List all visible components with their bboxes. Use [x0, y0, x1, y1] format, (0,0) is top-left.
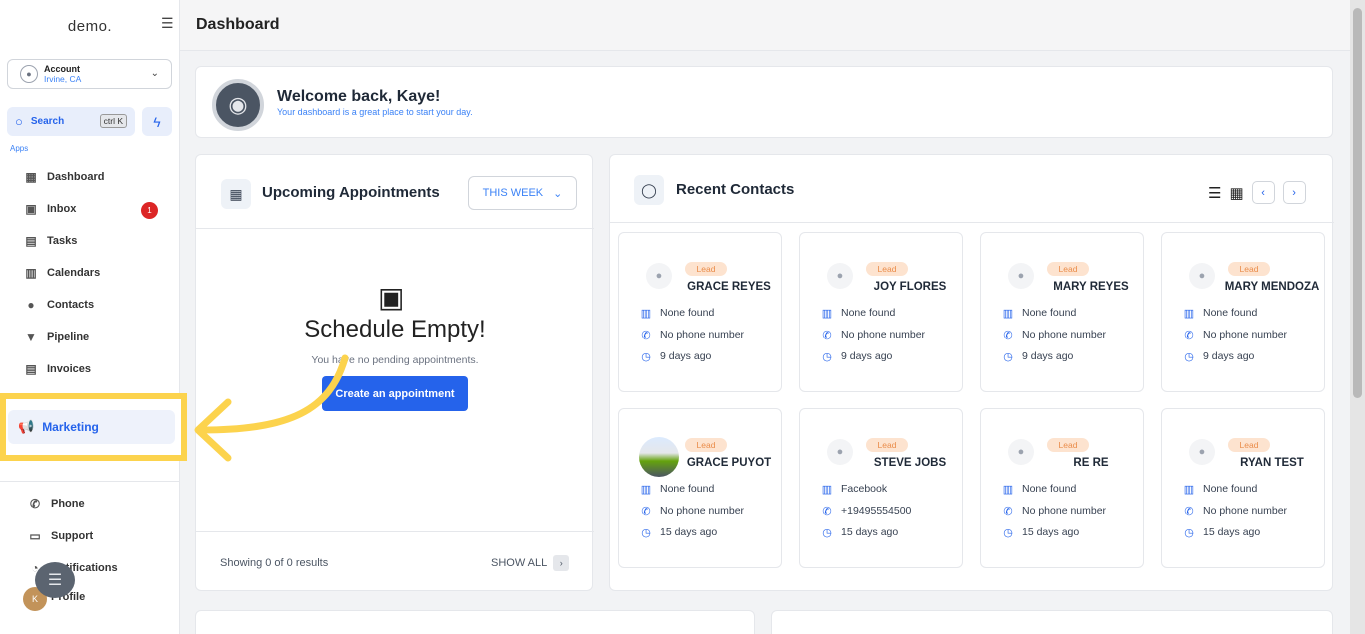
page-scrollbar[interactable] [1350, 0, 1365, 634]
scrollbar-thumb[interactable] [1353, 8, 1362, 398]
annotation-arrow [194, 354, 349, 462]
tutorial-overlay [0, 0, 1365, 634]
